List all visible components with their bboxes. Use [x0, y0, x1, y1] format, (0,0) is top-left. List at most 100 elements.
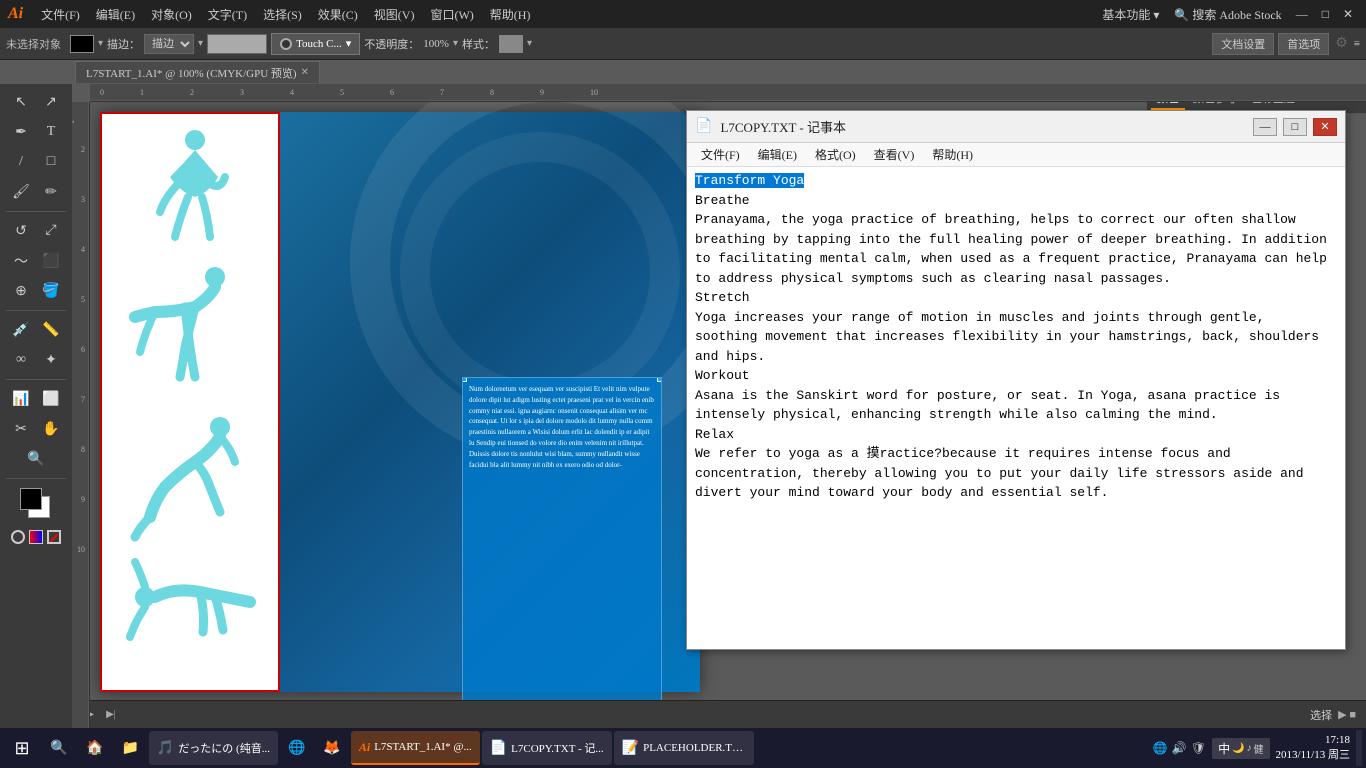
taskbar-app-placeholder[interactable]: 📝 PLACEHOLDER.TX... [614, 731, 754, 765]
last-page-btn[interactable]: ▶| [103, 708, 119, 721]
pencil-tool[interactable]: ✏ [37, 178, 65, 206]
doc-settings-btn[interactable]: 文档设置 [1212, 33, 1274, 55]
notepad-title: L7COPY.TXT - 记事本 [720, 117, 1247, 136]
svg-text:5: 5 [81, 295, 85, 304]
rect-tool[interactable]: □ [37, 148, 65, 176]
paintbrush-tool[interactable]: 🖌 [7, 178, 35, 206]
menu-view[interactable]: 视图(V) [368, 4, 421, 25]
measure-tool[interactable]: 📏 [37, 316, 65, 344]
show-desktop-btn[interactable] [1356, 730, 1362, 766]
sel-handle-tr[interactable] [657, 377, 662, 382]
search-button[interactable]: 🔍 [42, 731, 76, 765]
firefox-icon: 🦊 [323, 740, 340, 757]
taskbar-app-notepad[interactable]: 📄 L7COPY.TXT - 记... [482, 731, 612, 765]
zoom-tool[interactable]: 🔍 [22, 445, 50, 473]
artboard-tool[interactable]: ⬜ [37, 385, 65, 413]
notepad-menu-format[interactable]: 格式(O) [807, 144, 864, 165]
svg-text:0: 0 [100, 88, 104, 97]
sel-handle-tl[interactable] [462, 377, 467, 382]
notepad-maximize-btn[interactable]: □ [1283, 118, 1307, 136]
scale-tool[interactable]: ⤢ [37, 217, 65, 245]
notepad-app-label: L7COPY.TXT - 记... [511, 740, 604, 756]
taskbar-app-ai[interactable]: Ai L7START_1.AI* @... [351, 731, 480, 765]
minimize-btn[interactable]: — [1291, 5, 1313, 24]
date-display: 2013/11/13 周三 [1276, 746, 1350, 762]
ai-logo: Ai [8, 5, 23, 23]
menu-edit[interactable]: 编辑(E) [90, 4, 141, 25]
menu-object[interactable]: 对象(O) [145, 4, 198, 25]
svg-text:9: 9 [81, 495, 85, 504]
eyedropper-tool[interactable]: 💉 [7, 316, 35, 344]
taskbar-app-home[interactable]: 🏠 [78, 731, 111, 765]
taskbar-app-music[interactable]: 🎵 だったにの (纯音... [149, 731, 278, 765]
top-right-controls: 基本功能 ▾ 🔍 搜索 Adobe Stock — □ ✕ [1096, 4, 1358, 25]
menu-text[interactable]: 文字(T) [202, 4, 253, 25]
close-btn[interactable]: ✕ [1338, 5, 1358, 24]
color-icon[interactable] [11, 530, 25, 544]
ime-indicator[interactable]: 中 🌙 ♪ 健 [1212, 738, 1269, 759]
network-icon: 🌐 [1153, 741, 1168, 756]
menu-window[interactable]: 窗口(W) [424, 4, 479, 25]
style-preview [499, 35, 523, 53]
ai-app-label: L7START_1.AI* @... [374, 741, 472, 753]
notepad-minimize-btn[interactable]: — [1253, 118, 1277, 136]
svg-text:8: 8 [490, 88, 494, 97]
notepad-menu-help[interactable]: 帮助(H) [924, 144, 981, 165]
document-tab[interactable]: L7START_1.AI* @ 100% (CMYK/GPU 预览) ✕ [75, 61, 320, 83]
yoga-figure-1 [130, 122, 250, 252]
fg-color-swatch[interactable] [20, 488, 42, 510]
notepad-menu-edit[interactable]: 编辑(E) [750, 144, 805, 165]
taskbar-clock[interactable]: 17:18 2013/11/13 周三 [1276, 734, 1350, 762]
touch-btn[interactable]: Touch C... ▾ [271, 33, 360, 55]
none-icon[interactable] [47, 530, 61, 544]
free-transform-tool[interactable]: ⬛ [37, 247, 65, 275]
music-icon: 🎵 [157, 740, 174, 757]
type-tool[interactable]: T [37, 118, 65, 146]
select-tool[interactable]: ↖ [7, 88, 35, 116]
left-toolbox: ↖ ↗ ✒ T / □ 🖌 ✏ ↺ ⤢ 〜 ⬛ ⊕ 🪣 💉 📏 ∞ ✦ 📊 ⬜ … [0, 84, 72, 724]
shape-builder-tool[interactable]: ⊕ [7, 277, 35, 305]
menu-select[interactable]: 选择(S) [257, 4, 308, 25]
rotate-tool[interactable]: ↺ [7, 217, 35, 245]
symbol-tool[interactable]: ✦ [37, 346, 65, 374]
taskbar-app-firefox[interactable]: 🦊 [315, 731, 348, 765]
fill-color-box[interactable] [70, 35, 94, 53]
maximize-btn[interactable]: □ [1317, 5, 1334, 24]
canvas-text-content: Num doloreetum ver esequam ver suscipist… [469, 385, 654, 469]
hand-tool[interactable]: ✋ [37, 415, 65, 443]
ai-statusbar: 100% % ◀ 1 ▶ ▶| 选择 ▶ ■ [0, 700, 1366, 728]
taskbar-app-folder[interactable]: 📁 [113, 731, 146, 765]
antivirus-icon: 🛡 [1191, 741, 1206, 756]
notepad-menu-file[interactable]: 文件(F) [693, 144, 748, 165]
svg-text:7: 7 [440, 88, 444, 97]
notepad-close-btn[interactable]: ✕ [1313, 118, 1337, 136]
canvas-text-box[interactable]: Num doloreetum ver esequam ver suscipist… [462, 377, 662, 730]
search-stock-btn[interactable]: 🔍 搜索 Adobe Stock [1169, 4, 1286, 25]
start-button[interactable]: ⊞ [4, 730, 40, 766]
notepad-app-icon: 📄 [695, 118, 712, 135]
pen-tool[interactable]: ✒ [7, 118, 35, 146]
gradient-bar [207, 34, 267, 54]
menu-help[interactable]: 帮助(H) [484, 4, 537, 25]
stroke-select[interactable]: 描边 [144, 34, 194, 54]
tabbar: L7START_1.AI* @ 100% (CMYK/GPU 预览) ✕ [75, 60, 320, 84]
preferences-btn[interactable]: 首选项 [1278, 33, 1329, 55]
live-paint-tool[interactable]: 🪣 [37, 277, 65, 305]
taskbar-app-ie[interactable]: 🌐 [280, 731, 313, 765]
basic-function-btn[interactable]: 基本功能 ▾ [1096, 4, 1165, 25]
warp-tool[interactable]: 〜 [7, 247, 35, 275]
column-chart-tool[interactable]: 📊 [7, 385, 35, 413]
folder-icon: 📁 [121, 740, 138, 757]
ai-taskbar-icon: Ai [359, 740, 370, 755]
slice-tool[interactable]: ✂ [7, 415, 35, 443]
color-swatches[interactable] [20, 488, 52, 520]
gradient-icon[interactable] [29, 530, 43, 544]
menu-file[interactable]: 文件(F) [35, 4, 86, 25]
direct-select-tool[interactable]: ↗ [37, 88, 65, 116]
notepad-content-area[interactable]: Transform Yoga Breathe Pranayama, the yo… [687, 167, 1345, 649]
tab-close-btn[interactable]: ✕ [301, 67, 309, 78]
line-tool[interactable]: / [7, 148, 35, 176]
blend-tool[interactable]: ∞ [7, 346, 35, 374]
menu-effect[interactable]: 效果(C) [312, 4, 364, 25]
notepad-menu-view[interactable]: 查看(V) [866, 144, 923, 165]
